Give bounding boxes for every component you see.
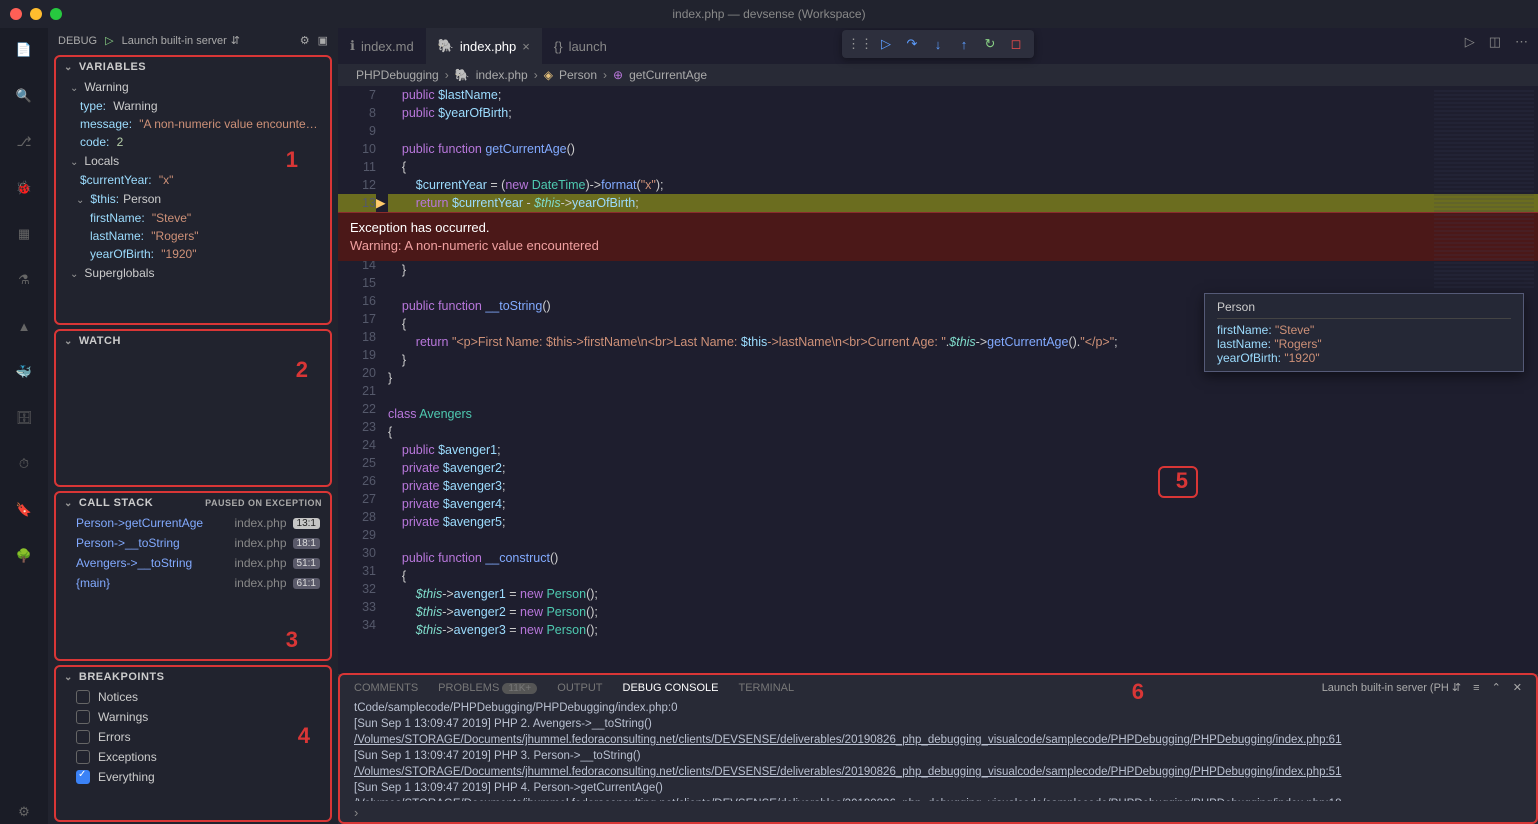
testing-icon[interactable]: ⚗ — [12, 268, 36, 292]
editor-tabs: ℹindex.md🐘index.php×{}launch ⋮⋮ ▷ ↷ ↓ ↑ … — [338, 28, 1538, 64]
annotation-4: 4 — [296, 723, 312, 749]
variables-panel: 1 VARIABLES Warning type: Warning messag… — [54, 55, 332, 325]
maximize-icon[interactable] — [50, 8, 62, 20]
minimize-icon[interactable] — [30, 8, 42, 20]
titlebar: index.php — devsense (Workspace) — [0, 0, 1538, 28]
breakpoint-row[interactable]: Exceptions — [56, 747, 330, 767]
editor-tab[interactable]: 🐘index.php× — [426, 28, 542, 64]
debug-config-selector[interactable]: Launch built-in server ⇵ — [122, 34, 292, 47]
step-into-icon[interactable]: ↓ — [928, 34, 948, 54]
step-out-icon[interactable]: ↑ — [954, 34, 974, 54]
editor-tab[interactable]: ℹindex.md — [338, 28, 426, 64]
gear-icon[interactable]: ⚙ — [300, 34, 310, 47]
step-over-icon[interactable]: ↷ — [902, 34, 922, 54]
variables-title[interactable]: VARIABLES — [79, 61, 146, 73]
window-title: index.php — devsense (Workspace) — [672, 7, 865, 21]
tab-problems[interactable]: PROBLEMS 11K+ — [438, 682, 537, 694]
debug-header: DEBUG ▷ Launch built-in server ⇵ ⚙ ▣ — [48, 28, 338, 53]
azure-icon[interactable]: ▲ — [12, 314, 36, 338]
database-icon[interactable]: 🗄 — [12, 406, 36, 430]
scm-icon[interactable]: ⎇ — [12, 130, 36, 154]
console-icon[interactable]: ▣ — [318, 34, 328, 47]
start-debug-icon[interactable]: ▷ — [105, 34, 113, 47]
callstack-row[interactable]: Person->getCurrentAgeindex.php13:1 — [56, 513, 330, 533]
docker-icon[interactable]: 🐳 — [12, 360, 36, 384]
debug-label: DEBUG — [58, 35, 97, 47]
filter-icon[interactable]: ≡ — [1473, 682, 1479, 694]
code-editor[interactable]: 7891011121314151617181920212223242526272… — [338, 86, 1538, 674]
grip-icon[interactable]: ⋮⋮ — [850, 34, 870, 54]
callstack-title[interactable]: CALL STACK — [79, 497, 153, 509]
run-icon[interactable]: ▷ — [1465, 34, 1475, 50]
tab-output[interactable]: OUTPUT — [557, 682, 602, 694]
callstack-row[interactable]: {main}index.php61:1 — [56, 573, 330, 593]
extensions-icon[interactable]: ▦ — [12, 222, 36, 246]
breakpoint-row[interactable]: Warnings — [56, 707, 330, 727]
watch-title[interactable]: WATCH — [79, 335, 121, 347]
timer-icon[interactable]: ⏱ — [12, 452, 36, 476]
restart-icon[interactable]: ↻ — [980, 34, 1000, 54]
console-selector[interactable]: Launch built-in server (PH ⇵ — [1322, 681, 1461, 694]
more-icon[interactable]: ⋯ — [1515, 34, 1528, 50]
collapse-icon[interactable]: ⌃ — [1492, 681, 1501, 694]
console-input[interactable]: › — [338, 801, 1538, 824]
callstack-row[interactable]: Person->__toStringindex.php18:1 — [56, 533, 330, 553]
tree-icon[interactable]: 🌳 — [12, 544, 36, 568]
tab-terminal[interactable]: TERMINAL — [738, 682, 794, 694]
debug-sidebar: DEBUG ▷ Launch built-in server ⇵ ⚙ ▣ 1 V… — [48, 28, 338, 824]
bookmark-icon[interactable]: 🔖 — [12, 498, 36, 522]
breakpoint-row[interactable]: Notices — [56, 687, 330, 707]
breakpoint-row[interactable]: Errors — [56, 727, 330, 747]
close-panel-icon[interactable]: ✕ — [1513, 681, 1522, 694]
annotation-2: 2 — [294, 357, 310, 383]
explorer-icon[interactable]: 📄 — [12, 38, 36, 62]
callstack-row[interactable]: Avengers->__toStringindex.php51:1 — [56, 553, 330, 573]
stop-icon[interactable]: ◻ — [1006, 34, 1026, 54]
annotation-1: 1 — [284, 147, 300, 173]
editor-tab[interactable]: {}launch — [542, 28, 619, 64]
annotation-3: 3 — [284, 627, 300, 653]
tab-comments[interactable]: COMMENTS — [354, 682, 418, 694]
tab-debug-console[interactable]: DEBUG CONSOLE — [623, 682, 719, 694]
breadcrumb[interactable]: PHPDebugging › 🐘index.php › ◈Person › ⊕g… — [338, 64, 1538, 86]
breakpoints-panel: 4 BREAKPOINTS NoticesWarningsErrorsExcep… — [54, 665, 332, 822]
breakpoint-row[interactable]: Everything — [56, 767, 330, 787]
search-icon[interactable]: 🔍 — [12, 84, 36, 108]
settings-icon[interactable]: ⚙ — [12, 800, 36, 824]
editor-area: ℹindex.md🐘index.php×{}launch ⋮⋮ ▷ ↷ ↓ ↑ … — [338, 28, 1538, 824]
watch-panel: 2 WATCH — [54, 329, 332, 487]
var-superglobals[interactable]: Superglobals — [84, 266, 154, 280]
split-icon[interactable]: ◫ — [1489, 34, 1501, 50]
debug-icon[interactable]: 🐞 — [12, 176, 36, 200]
annotation-6: 6 — [1128, 679, 1148, 705]
hover-tooltip: Person firstName: "Steve" lastName: "Rog… — [1204, 293, 1524, 372]
var-warning[interactable]: Warning — [84, 80, 128, 94]
callstack-panel: 3 CALL STACKPAUSED ON EXCEPTION Person->… — [54, 491, 332, 661]
activity-bar: 📄 🔍 ⎇ 🐞 ▦ ⚗ ▲ 🐳 🗄 ⏱ 🔖 🌳 ⚙ — [0, 28, 48, 824]
window-controls[interactable] — [10, 8, 62, 20]
close-icon[interactable] — [10, 8, 22, 20]
bottom-panel: 6 COMMENTS PROBLEMS 11K+ OUTPUT DEBUG CO… — [338, 674, 1538, 824]
debug-toolbar: ⋮⋮ ▷ ↷ ↓ ↑ ↻ ◻ — [842, 30, 1034, 58]
var-locals[interactable]: Locals — [84, 154, 119, 168]
debug-console-output: tCode/samplecode/PHPDebugging/PHPDebuggi… — [338, 700, 1538, 801]
continue-icon[interactable]: ▷ — [876, 34, 896, 54]
breakpoints-title[interactable]: BREAKPOINTS — [79, 671, 165, 683]
